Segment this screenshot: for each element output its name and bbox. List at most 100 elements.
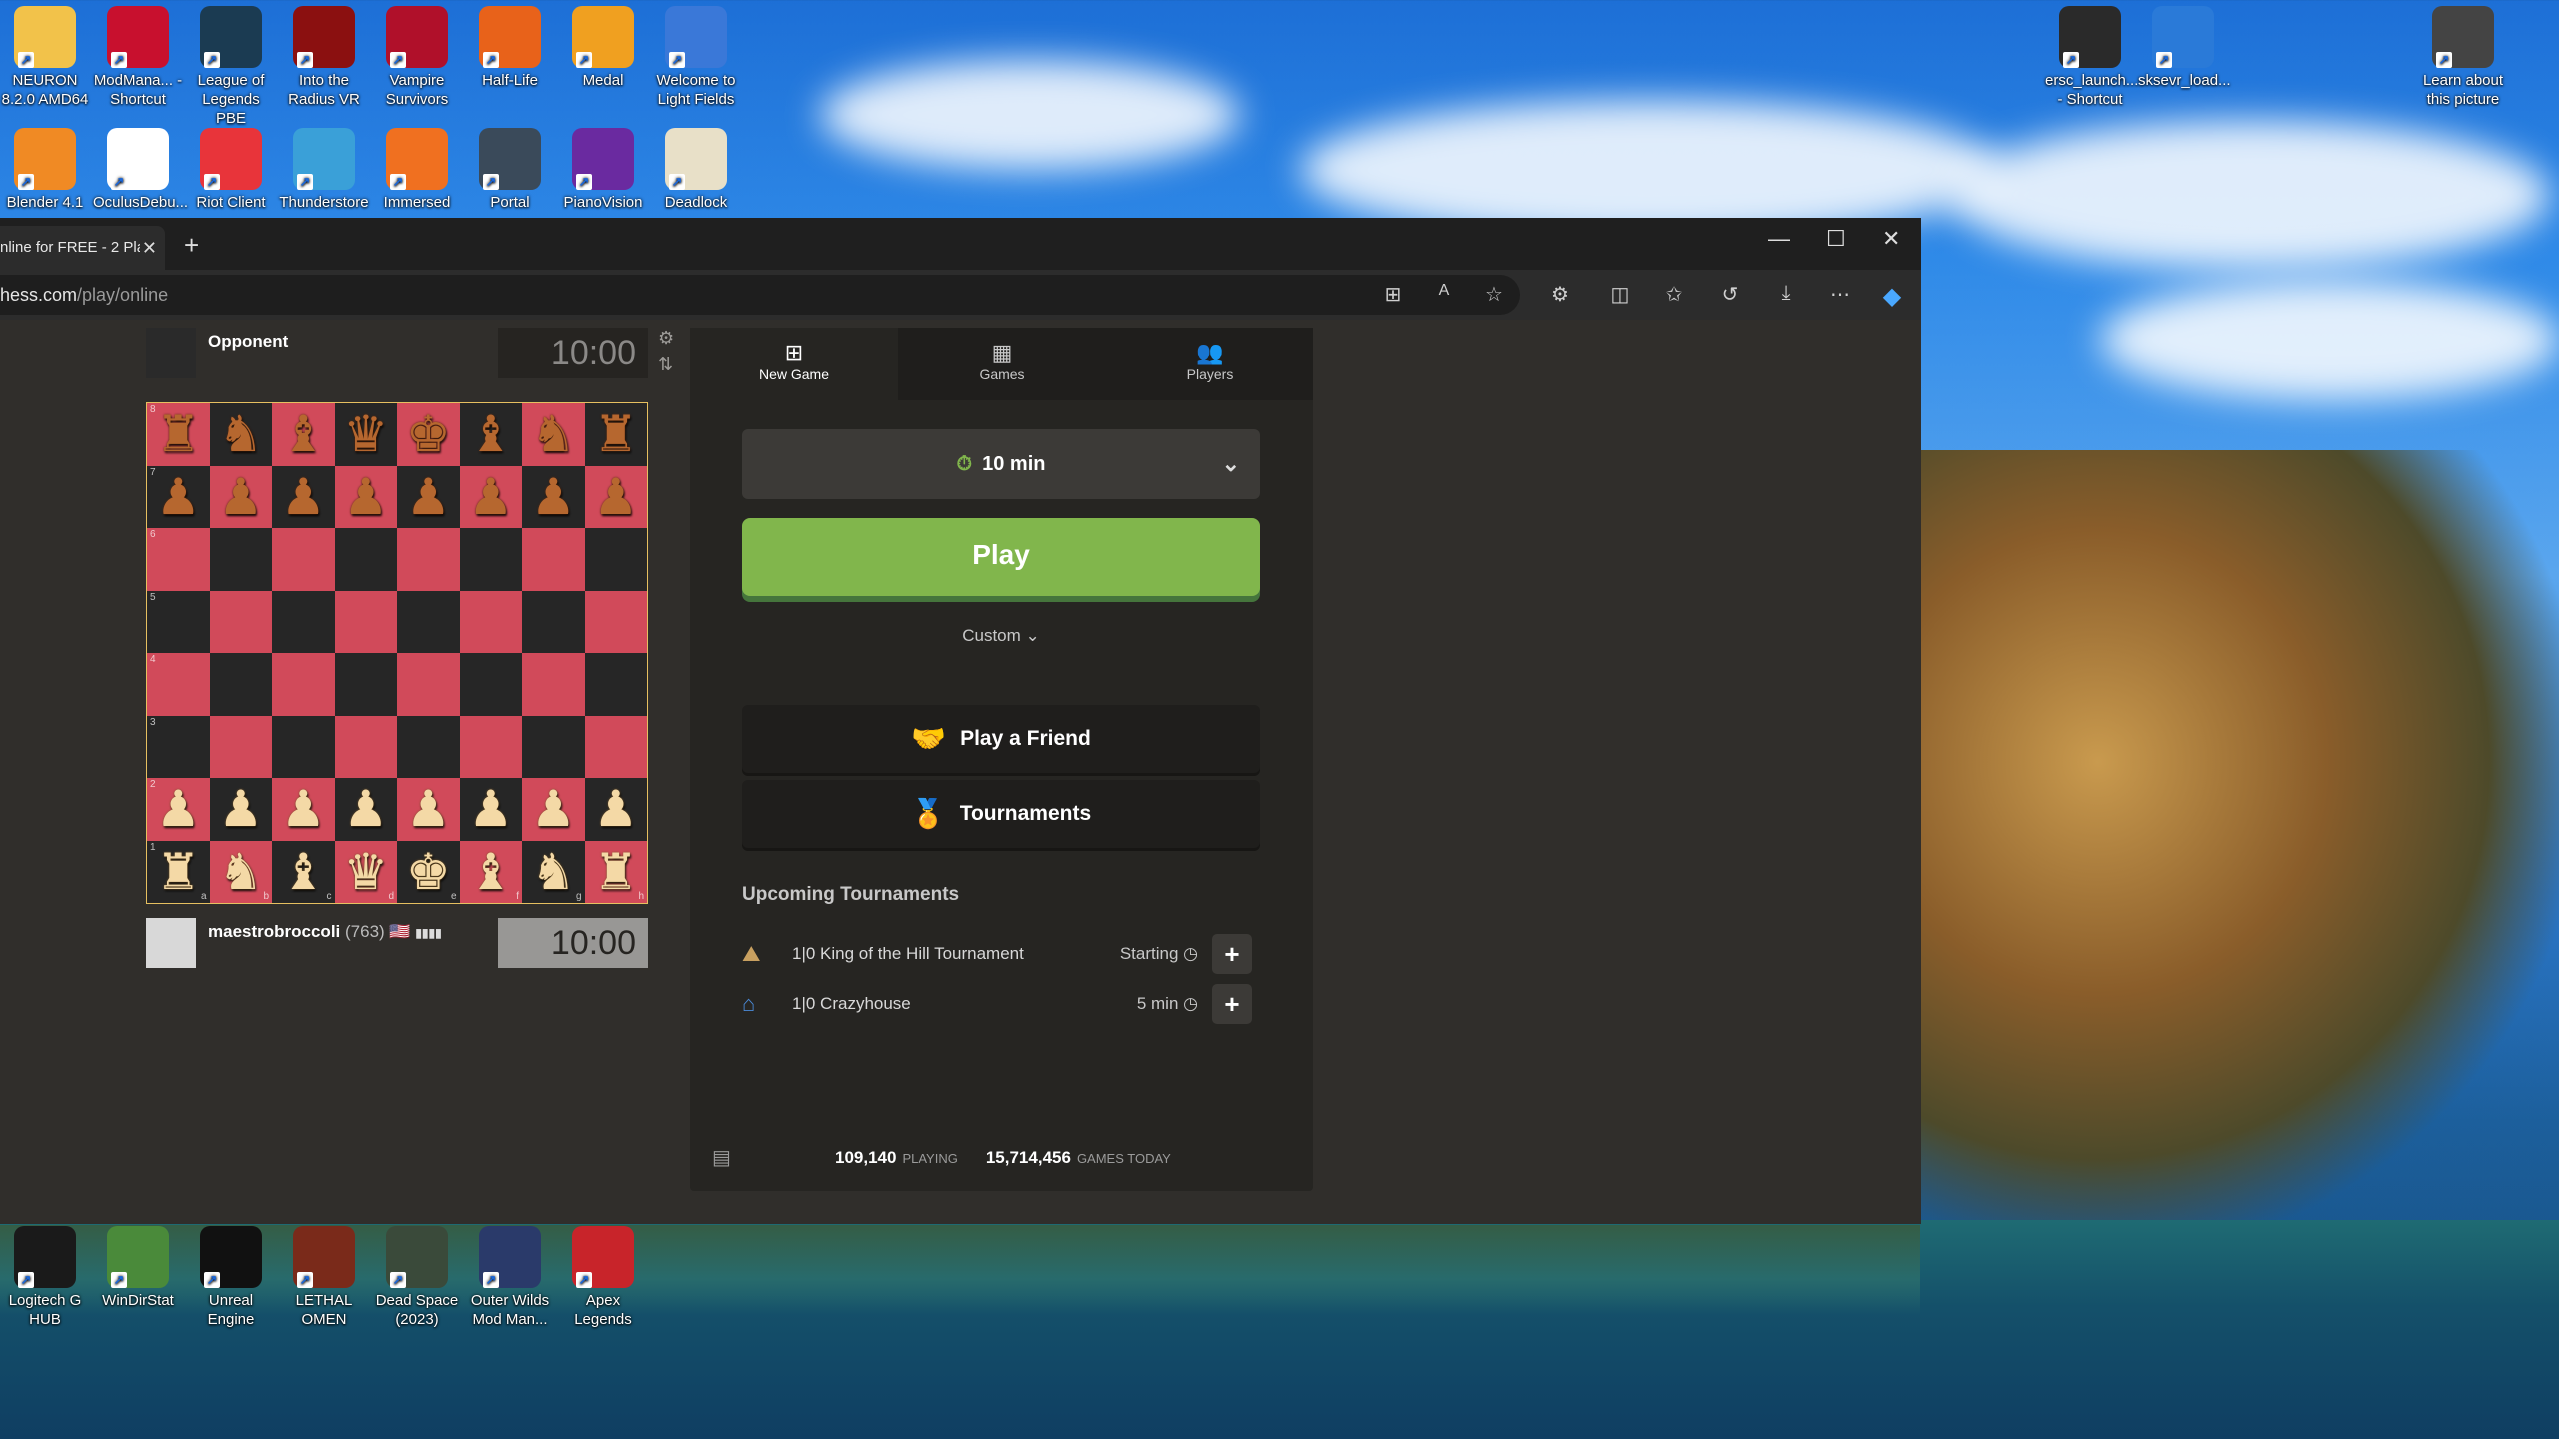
white-piece[interactable]: ♝ (281, 847, 326, 897)
board-square-d2[interactable]: ♟ (334, 778, 397, 841)
board-square-e4[interactable] (397, 653, 460, 716)
board-square-d3[interactable] (334, 715, 397, 778)
desktop-shortcut[interactable]: ↗ OculusDebu... (93, 128, 188, 212)
board-square-e2[interactable]: ♟ (397, 778, 460, 841)
board-square-g5[interactable] (522, 590, 585, 653)
desktop-shortcut[interactable]: ↗ ersc_launch... - Shortcut (2045, 6, 2138, 109)
desktop-shortcut[interactable]: ↗ Vampire Survivors (372, 6, 462, 109)
black-piece[interactable]: ♜ (156, 409, 201, 459)
white-piece[interactable]: ♟ (343, 784, 388, 834)
board-square-d6[interactable] (334, 528, 397, 591)
black-piece[interactable]: ♟ (156, 472, 201, 522)
desktop-shortcut[interactable]: ↗ Unreal Engine (186, 1226, 276, 1329)
board-square-e7[interactable]: ♟ (397, 465, 460, 528)
board-square-g6[interactable] (522, 528, 585, 591)
white-piece[interactable]: ♛ (343, 847, 388, 897)
board-square-c1[interactable]: ♝ c (272, 840, 335, 903)
board-square-c6[interactable] (272, 528, 335, 591)
time-control-select[interactable]: ⏱ 10 min ⌄ (742, 429, 1260, 499)
desktop-shortcut[interactable]: ↗ Learn about this picture (2418, 6, 2508, 109)
desktop-shortcut[interactable]: ↗ Half-Life (465, 6, 555, 90)
board-square-f4[interactable] (459, 653, 522, 716)
browser-tab[interactable]: nline for FREE - 2 Pla ✕ (0, 226, 165, 270)
black-piece[interactable]: ♝ (281, 409, 326, 459)
white-piece[interactable]: ♟ (406, 784, 451, 834)
black-piece[interactable]: ♟ (343, 472, 388, 522)
board-square-e1[interactable]: ♚ e (397, 840, 460, 903)
desktop-shortcut[interactable]: ↗ LETHAL OMEN (279, 1226, 369, 1329)
desktop-shortcut[interactable]: ↗ Logitech G HUB (0, 1226, 90, 1329)
desktop-shortcut[interactable]: ↗ League of Legends PBE (186, 6, 276, 128)
board-square-h1[interactable]: ♜ h (584, 840, 647, 903)
chat-icon[interactable]: ▤ (712, 1138, 731, 1178)
url-field[interactable]: hess.com/play/online (0, 275, 1520, 315)
board-square-b4[interactable] (209, 653, 272, 716)
board-square-h6[interactable] (584, 528, 647, 591)
board-square-f7[interactable]: ♟ (459, 465, 522, 528)
board-square-c2[interactable]: ♟ (272, 778, 335, 841)
board-square-c8[interactable]: ♝ (272, 403, 335, 466)
board-square-h3[interactable] (584, 715, 647, 778)
black-piece[interactable]: ♟ (593, 472, 638, 522)
maximize-icon[interactable]: ☐ (1826, 226, 1846, 252)
board-square-c4[interactable] (272, 653, 335, 716)
desktop-shortcut[interactable]: ↗ NEURON 8.2.0 AMD64 (0, 6, 90, 109)
board-square-g2[interactable]: ♟ (522, 778, 585, 841)
black-piece[interactable]: ♟ (218, 472, 263, 522)
board-square-b8[interactable]: ♞ (209, 403, 272, 466)
board-square-g1[interactable]: ♞ g (522, 840, 585, 903)
desktop-shortcut[interactable]: ↗ Outer Wilds Mod Man... (465, 1226, 555, 1329)
favorite-star-icon[interactable]: ☆ (1480, 282, 1508, 307)
white-piece[interactable]: ♟ (468, 784, 513, 834)
tournaments-button[interactable]: 🏅 Tournaments (742, 780, 1260, 848)
desktop-shortcut[interactable]: ↗ Portal (465, 128, 555, 212)
history-icon[interactable]: ↺ (1716, 282, 1744, 307)
black-piece[interactable]: ♝ (468, 409, 513, 459)
read-aloud-icon[interactable]: A (1430, 282, 1458, 300)
flip-board-icon[interactable]: ⇅ (658, 354, 673, 375)
board-square-h7[interactable]: ♟ (584, 465, 647, 528)
desktop-shortcut[interactable]: ↗ Apex Legends (558, 1226, 648, 1329)
black-piece[interactable]: ♟ (281, 472, 326, 522)
board-square-c3[interactable] (272, 715, 335, 778)
new-tab-icon[interactable]: + (184, 230, 199, 261)
downloads-icon[interactable]: ⤓ (1772, 282, 1800, 305)
board-square-d1[interactable]: ♛ d (334, 840, 397, 903)
board-square-g4[interactable] (522, 653, 585, 716)
board-square-h4[interactable] (584, 653, 647, 716)
board-square-f8[interactable]: ♝ (459, 403, 522, 466)
board-square-b5[interactable] (209, 590, 272, 653)
board-square-d8[interactable]: ♛ (334, 403, 397, 466)
desktop-shortcut[interactable]: ↗ Medal (558, 6, 648, 90)
more-menu-icon[interactable]: ⋯ (1826, 282, 1854, 307)
board-square-d4[interactable] (334, 653, 397, 716)
tab-players[interactable]: 👥 Players (1106, 328, 1314, 400)
chess-board[interactable]: ♜ 8 ♞ ♝ ♛ ♚ ♝ ♞ ♜ ♟ 7 ♟ ♟ ♟ ♟ ♟ ♟ ♟ 6 5 4 3 ♟ 2 ♟ ♟ ♟ ♟ ♟ ♟ ♟ ♜ 1 a ♞ b ♝ c ♛ d… (146, 402, 648, 904)
desktop-shortcut[interactable]: ↗ Immersed (372, 128, 462, 212)
board-square-a5[interactable]: 5 (147, 590, 210, 653)
board-square-c7[interactable]: ♟ (272, 465, 335, 528)
white-piece[interactable]: ♜ (593, 847, 638, 897)
black-piece[interactable]: ♟ (531, 472, 576, 522)
play-a-friend-button[interactable]: 🤝 Play a Friend (742, 705, 1260, 773)
close-window-icon[interactable]: ✕ (1882, 226, 1900, 252)
desktop-shortcut[interactable]: ↗ Into the Radius VR (279, 6, 369, 109)
black-piece[interactable]: ♟ (406, 472, 451, 522)
settings-gear-icon[interactable]: ⚙ (658, 328, 674, 349)
white-piece[interactable]: ♞ (218, 847, 263, 897)
black-piece[interactable]: ♛ (343, 409, 388, 459)
favorites-icon[interactable]: ✩ (1660, 282, 1688, 307)
board-square-a2[interactable]: ♟ 2 (147, 778, 210, 841)
board-square-h8[interactable]: ♜ (584, 403, 647, 466)
board-square-d5[interactable] (334, 590, 397, 653)
board-square-f6[interactable] (459, 528, 522, 591)
board-square-e8[interactable]: ♚ (397, 403, 460, 466)
board-square-g3[interactable] (522, 715, 585, 778)
desktop-shortcut[interactable]: ↗ sksevr_load... (2138, 6, 2231, 90)
desktop-shortcut[interactable]: ↗ Dead Space (2023) (372, 1226, 462, 1329)
board-square-h2[interactable]: ♟ (584, 778, 647, 841)
tab-new-game[interactable]: ⊞ New Game (690, 328, 898, 400)
board-square-a3[interactable]: 3 (147, 715, 210, 778)
board-square-f5[interactable] (459, 590, 522, 653)
desktop-shortcut[interactable]: ↗ ModMana... - Shortcut (93, 6, 183, 109)
